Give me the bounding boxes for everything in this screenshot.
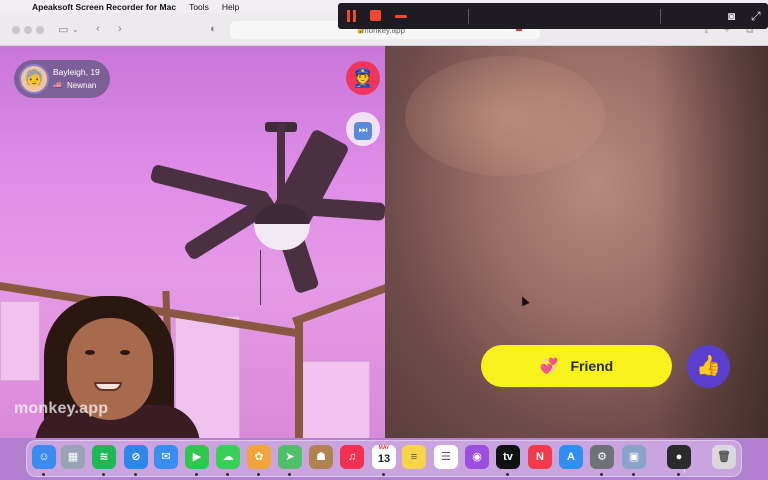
close-window-button[interactable] <box>12 26 20 34</box>
skip-button[interactable]: ⏭ <box>346 112 380 146</box>
fan-pull-chain <box>260 250 261 305</box>
running-indicator <box>42 473 45 476</box>
spotify-icon[interactable]: ≋ <box>92 445 116 469</box>
dock: ☺ ▦ ≋ ⊘ ✉ ▶ ☁ ✿ ➤ ☗ ♫ MAY 13 ≡ ☰ ◉ tv N A ⚙ ▣ ● 🗑 <box>26 440 742 477</box>
person-eye <box>120 350 130 355</box>
chevron-down-icon[interactable]: ⌄ <box>72 25 79 34</box>
camera-icon[interactable]: ◙ <box>728 9 735 23</box>
running-indicator <box>195 473 198 476</box>
closet-door <box>300 361 370 438</box>
running-indicator <box>506 473 509 476</box>
menu-app-name[interactable]: Apeaksoft Screen Recorder for Mac <box>32 2 176 12</box>
appletv-icon[interactable]: tv <box>496 445 520 469</box>
reminders-icon[interactable]: ☰ <box>434 445 458 469</box>
report-button[interactable]: 👮 <box>346 61 380 95</box>
us-flag-icon: 🇺🇸 <box>53 82 62 89</box>
pause-icon <box>347 10 350 22</box>
music-icon[interactable]: ♫ <box>340 445 364 469</box>
screen-recorder-toolbar: ◙ ⤢ <box>338 3 768 29</box>
thumbs-up-icon: 👍 <box>696 355 721 377</box>
toolbar-divider <box>468 9 469 24</box>
sidebar-icon[interactable]: ▭ <box>58 23 68 36</box>
forward-icon[interactable]: › <box>118 23 122 35</box>
avatar: 🧓 <box>19 64 49 94</box>
self-video-highlight <box>405 56 605 176</box>
hearts-icon: 💞 <box>539 358 559 375</box>
maps-icon[interactable]: ➤ <box>278 445 302 469</box>
stop-recording-button[interactable] <box>370 10 381 21</box>
running-indicator <box>677 473 680 476</box>
running-indicator <box>134 473 137 476</box>
contacts-icon[interactable]: ☗ <box>309 445 333 469</box>
pause-recording-button[interactable] <box>346 10 358 22</box>
bed-post <box>295 322 303 438</box>
user-info-badge[interactable]: 🧓 Bayleigh, 19 🇺🇸 Newnan <box>14 60 110 98</box>
messages-icon[interactable]: ☁ <box>216 445 240 469</box>
zoom-window-button[interactable] <box>36 26 44 34</box>
like-button[interactable]: 👍 <box>687 345 730 388</box>
minimize-recorder-button[interactable] <box>395 15 407 18</box>
minimize-window-button[interactable] <box>24 26 32 34</box>
running-indicator <box>226 473 229 476</box>
back-icon[interactable]: ‹ <box>96 23 100 35</box>
system-preferences-icon[interactable]: ⚙ <box>590 445 614 469</box>
podcasts-icon[interactable]: ◉ <box>465 445 489 469</box>
screen-recorder-icon[interactable]: ● <box>667 445 691 469</box>
police-officer-icon: 👮 <box>351 68 375 88</box>
facetime-icon[interactable]: ▶ <box>185 445 209 469</box>
calendar-month: MAY <box>378 445 390 451</box>
running-indicator <box>600 473 603 476</box>
window-frame <box>0 301 40 381</box>
notes-icon[interactable]: ≡ <box>402 445 426 469</box>
running-indicator <box>257 473 260 476</box>
running-indicator <box>288 473 291 476</box>
monkey-watermark: monkey.app <box>14 400 109 417</box>
appstore-icon[interactable]: A <box>559 445 583 469</box>
privacy-shield-icon[interactable]: ◐ <box>210 23 217 35</box>
preview-icon[interactable]: ▣ <box>622 445 646 469</box>
pause-icon <box>353 10 356 22</box>
safari-icon[interactable]: ⊘ <box>124 445 148 469</box>
launchpad-icon[interactable]: ▦ <box>61 445 85 469</box>
calendar-icon[interactable]: MAY 13 <box>372 445 396 469</box>
running-indicator <box>632 473 635 476</box>
running-indicator <box>382 473 385 476</box>
mail-icon[interactable]: ✉ <box>154 445 178 469</box>
calendar-day: 13 <box>377 453 391 465</box>
finder-icon[interactable]: ☺ <box>32 445 56 469</box>
user-name-age: Bayleigh, 19 <box>53 67 100 77</box>
menu-item-tools[interactable]: Tools <box>189 2 209 12</box>
photos-icon[interactable]: ✿ <box>247 445 271 469</box>
friend-button-label: Friend <box>570 358 614 374</box>
skip-forward-icon: ⏭ <box>354 122 372 140</box>
expand-icon[interactable]: ⤢ <box>751 9 761 24</box>
user-location: Newnan <box>67 81 97 90</box>
friend-button[interactable]: 💞 Friend <box>481 345 672 387</box>
news-icon[interactable]: N <box>528 445 552 469</box>
running-indicator <box>102 473 105 476</box>
person-eye <box>85 350 95 355</box>
toolbar-divider <box>660 9 661 24</box>
menu-item-help[interactable]: Help <box>222 2 239 12</box>
trash-icon[interactable]: 🗑 <box>712 445 736 469</box>
